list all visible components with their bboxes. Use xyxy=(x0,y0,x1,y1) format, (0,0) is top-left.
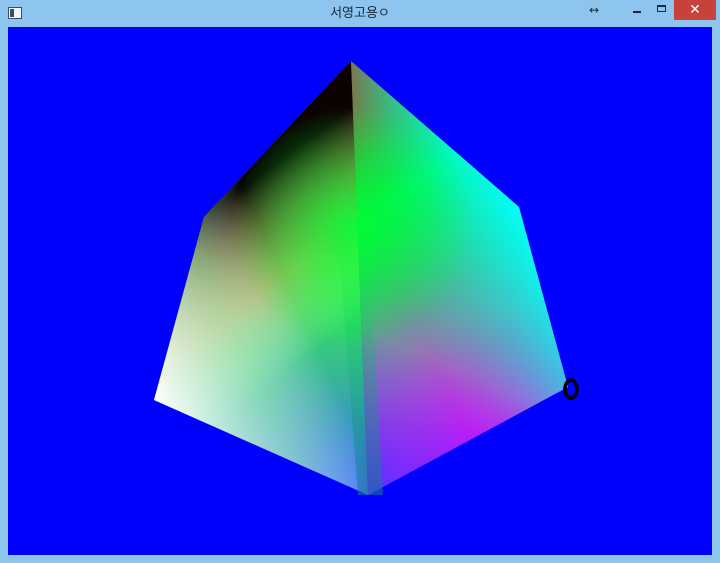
minimize-icon xyxy=(633,11,641,13)
maximize-button[interactable] xyxy=(650,0,674,20)
title-bar[interactable]: 서영고용ㅇ ↔ ✕ xyxy=(0,0,720,27)
rgb-cube-scene xyxy=(154,61,579,495)
ring-cursor-icon xyxy=(563,378,579,400)
app-window: 서영고용ㅇ ↔ ✕ xyxy=(0,0,720,563)
render-canvas[interactable] xyxy=(8,27,712,555)
minimize-button[interactable] xyxy=(624,0,650,20)
resize-arrows-icon[interactable]: ↔ xyxy=(580,0,608,20)
rgb-cube xyxy=(154,61,568,495)
window-title: 서영고용ㅇ xyxy=(330,6,390,21)
window-icon[interactable] xyxy=(8,7,22,19)
maximize-icon xyxy=(657,5,666,12)
close-button[interactable]: ✕ xyxy=(674,0,716,20)
